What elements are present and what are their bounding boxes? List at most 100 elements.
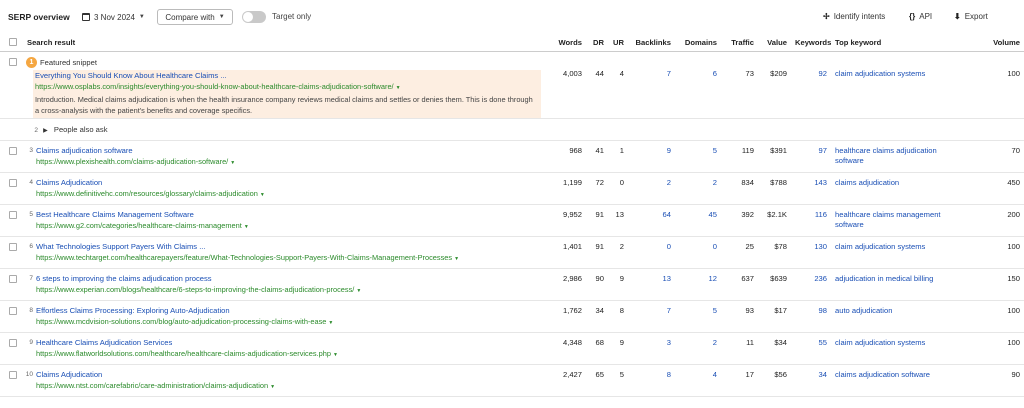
row-checkbox[interactable] (9, 338, 17, 347)
cell-dr: 44 (586, 51, 608, 119)
header-dr[interactable]: DR (586, 34, 608, 52)
cell-backlinks[interactable]: 8 (628, 364, 675, 397)
cell-keywords[interactable]: 34 (791, 364, 831, 397)
result-title[interactable]: What Technologies Support Payers With Cl… (36, 242, 459, 252)
position-number: 7 (29, 274, 33, 282)
header-words[interactable]: Words (554, 34, 586, 52)
position-number: 5 (29, 210, 33, 218)
result-title[interactable]: Healthcare Claims Adjudication Services (36, 338, 338, 348)
cell-keywords[interactable]: 55 (791, 332, 831, 365)
row-checkbox[interactable] (9, 146, 17, 155)
cell-keywords[interactable]: 143 (791, 172, 831, 205)
row-checkbox[interactable] (9, 274, 17, 283)
cell-backlinks[interactable]: 2 (628, 172, 675, 205)
header-value[interactable]: Value (758, 34, 791, 52)
result-url[interactable]: https://www.mcdvision-solutions.com/blog… (36, 316, 333, 329)
row-checkbox[interactable] (9, 58, 17, 66)
cell-traffic: 392 (721, 204, 758, 237)
result-title[interactable]: Claims adjudication software (36, 146, 235, 156)
result-title[interactable]: Best Healthcare Claims Management Softwa… (36, 210, 249, 220)
header-volume[interactable]: Volume (971, 34, 1024, 52)
cell-domains[interactable]: 4 (675, 364, 721, 397)
cell-domains[interactable]: 12 (675, 268, 721, 301)
select-all-checkbox[interactable] (9, 37, 17, 46)
cell-backlinks[interactable]: 7 (628, 51, 675, 119)
result-url[interactable]: https://www.definitivehc.com/resources/g… (36, 188, 265, 201)
result-title[interactable]: 6 steps to improving the claims adjudica… (36, 274, 361, 284)
snippet-text: Introduction. Medical claims adjudicatio… (35, 94, 533, 115)
header-backlinks[interactable]: Backlinks (628, 34, 675, 52)
chevron-down-icon: ▼ (230, 159, 236, 166)
cell-value: $209 (758, 51, 791, 119)
header-keywords[interactable]: Keywords (791, 34, 831, 52)
header-top-keyword[interactable]: Top keyword (831, 34, 971, 52)
cell-domains[interactable]: 2 (675, 172, 721, 205)
cell-backlinks[interactable]: 0 (628, 236, 675, 269)
cell-backlinks[interactable]: 9 (628, 140, 675, 173)
result-url[interactable]: https://www.osplabs.com/insights/everyth… (35, 81, 538, 94)
cell-top-keyword[interactable]: auto adjudication (831, 300, 971, 333)
cell-keywords[interactable]: 98 (791, 300, 831, 333)
api-button[interactable]: {} API (909, 12, 932, 21)
result-url[interactable]: https://www.experian.com/blogs/healthcar… (36, 284, 361, 297)
people-also-ask-row[interactable]: 2 ▶ People also ask (0, 118, 1024, 141)
expand-triangle-icon[interactable]: ▶ (43, 128, 48, 134)
cell-dr: 65 (586, 364, 608, 397)
row-checkbox[interactable] (9, 306, 17, 315)
cell-backlinks[interactable]: 13 (628, 268, 675, 301)
cell-keywords[interactable]: 116 (791, 204, 831, 237)
header-domains[interactable]: Domains (675, 34, 721, 52)
cell-domains[interactable]: 0 (675, 236, 721, 269)
result-url[interactable]: https://www.g2.com/categories/healthcare… (36, 220, 249, 233)
chevron-down-icon: ▼ (218, 14, 225, 20)
cell-domains[interactable]: 2 (675, 332, 721, 365)
cell-top-keyword[interactable]: claim adjudication systems (831, 51, 971, 119)
cell-dr: 68 (586, 332, 608, 365)
result-title[interactable]: Claims Adjudication (36, 370, 275, 380)
cell-domains[interactable]: 6 (675, 51, 721, 119)
result-cell: 10 Claims Adjudication https://www.ntst.co… (0, 364, 554, 397)
row-checkbox[interactable] (9, 370, 17, 379)
target-only-toggle[interactable] (242, 11, 266, 23)
cell-domains[interactable]: 5 (675, 140, 721, 173)
export-button[interactable]: ⬇ Export (954, 12, 988, 21)
result-url[interactable]: https://www.plexishealth.com/claims-adju… (36, 156, 235, 169)
result-cell: 5 Best Healthcare Claims Management Softw… (0, 204, 554, 237)
result-cell: 4 Claims Adjudication https://www.definiti… (0, 172, 554, 205)
header-ur[interactable]: UR (608, 34, 628, 52)
cell-top-keyword[interactable]: claims adjudication (831, 172, 971, 205)
cell-top-keyword[interactable]: adjudication in medical billing (831, 268, 971, 301)
row-checkbox[interactable] (9, 242, 17, 251)
result-title[interactable]: Claims Adjudication (36, 178, 265, 188)
cell-domains[interactable]: 5 (675, 300, 721, 333)
cell-keywords[interactable]: 130 (791, 236, 831, 269)
cell-keywords[interactable]: 236 (791, 268, 831, 301)
cell-top-keyword[interactable]: claims adjudication software (831, 364, 971, 397)
position-number: 9 (29, 338, 33, 346)
identify-intents-button[interactable]: ✢ Identify intents (823, 12, 885, 21)
header-traffic[interactable]: Traffic (721, 34, 758, 52)
result-url[interactable]: https://www.ntst.com/carefabric/care-adm… (36, 380, 275, 393)
result-url[interactable]: https://www.techtarget.com/healthcarepay… (36, 252, 459, 265)
compare-with-dropdown[interactable]: Compare with ▼ (157, 9, 233, 25)
result-title[interactable]: Effortless Claims Processing: Exploring … (36, 306, 333, 316)
cell-backlinks[interactable]: 7 (628, 300, 675, 333)
cell-volume: 150 (971, 268, 1024, 301)
cell-keywords[interactable]: 97 (791, 140, 831, 173)
cell-backlinks[interactable]: 3 (628, 332, 675, 365)
result-title[interactable]: Everything You Should Know About Healthc… (35, 71, 538, 81)
cell-top-keyword[interactable]: claim adjudication systems (831, 332, 971, 365)
table-row: 4 Claims Adjudication https://www.definiti… (0, 172, 1024, 205)
row-checkbox[interactable] (9, 178, 17, 187)
date-picker[interactable]: 3 Nov 2024 ▼ (82, 11, 145, 23)
row-checkbox[interactable] (9, 210, 17, 219)
cell-backlinks[interactable]: 64 (628, 204, 675, 237)
toolbar: SERP overview 3 Nov 2024 ▼ Compare with … (0, 0, 1024, 34)
cell-top-keyword[interactable]: claim adjudication systems (831, 236, 971, 269)
export-label: Export (964, 12, 988, 21)
cell-top-keyword[interactable]: healthcare claims adjudication software (831, 140, 971, 173)
cell-top-keyword[interactable]: healthcare claims management software (831, 204, 971, 237)
result-url[interactable]: https://www.flatworldsolutions.com/healt… (36, 348, 338, 361)
cell-keywords[interactable]: 92 (791, 51, 831, 119)
cell-domains[interactable]: 45 (675, 204, 721, 237)
